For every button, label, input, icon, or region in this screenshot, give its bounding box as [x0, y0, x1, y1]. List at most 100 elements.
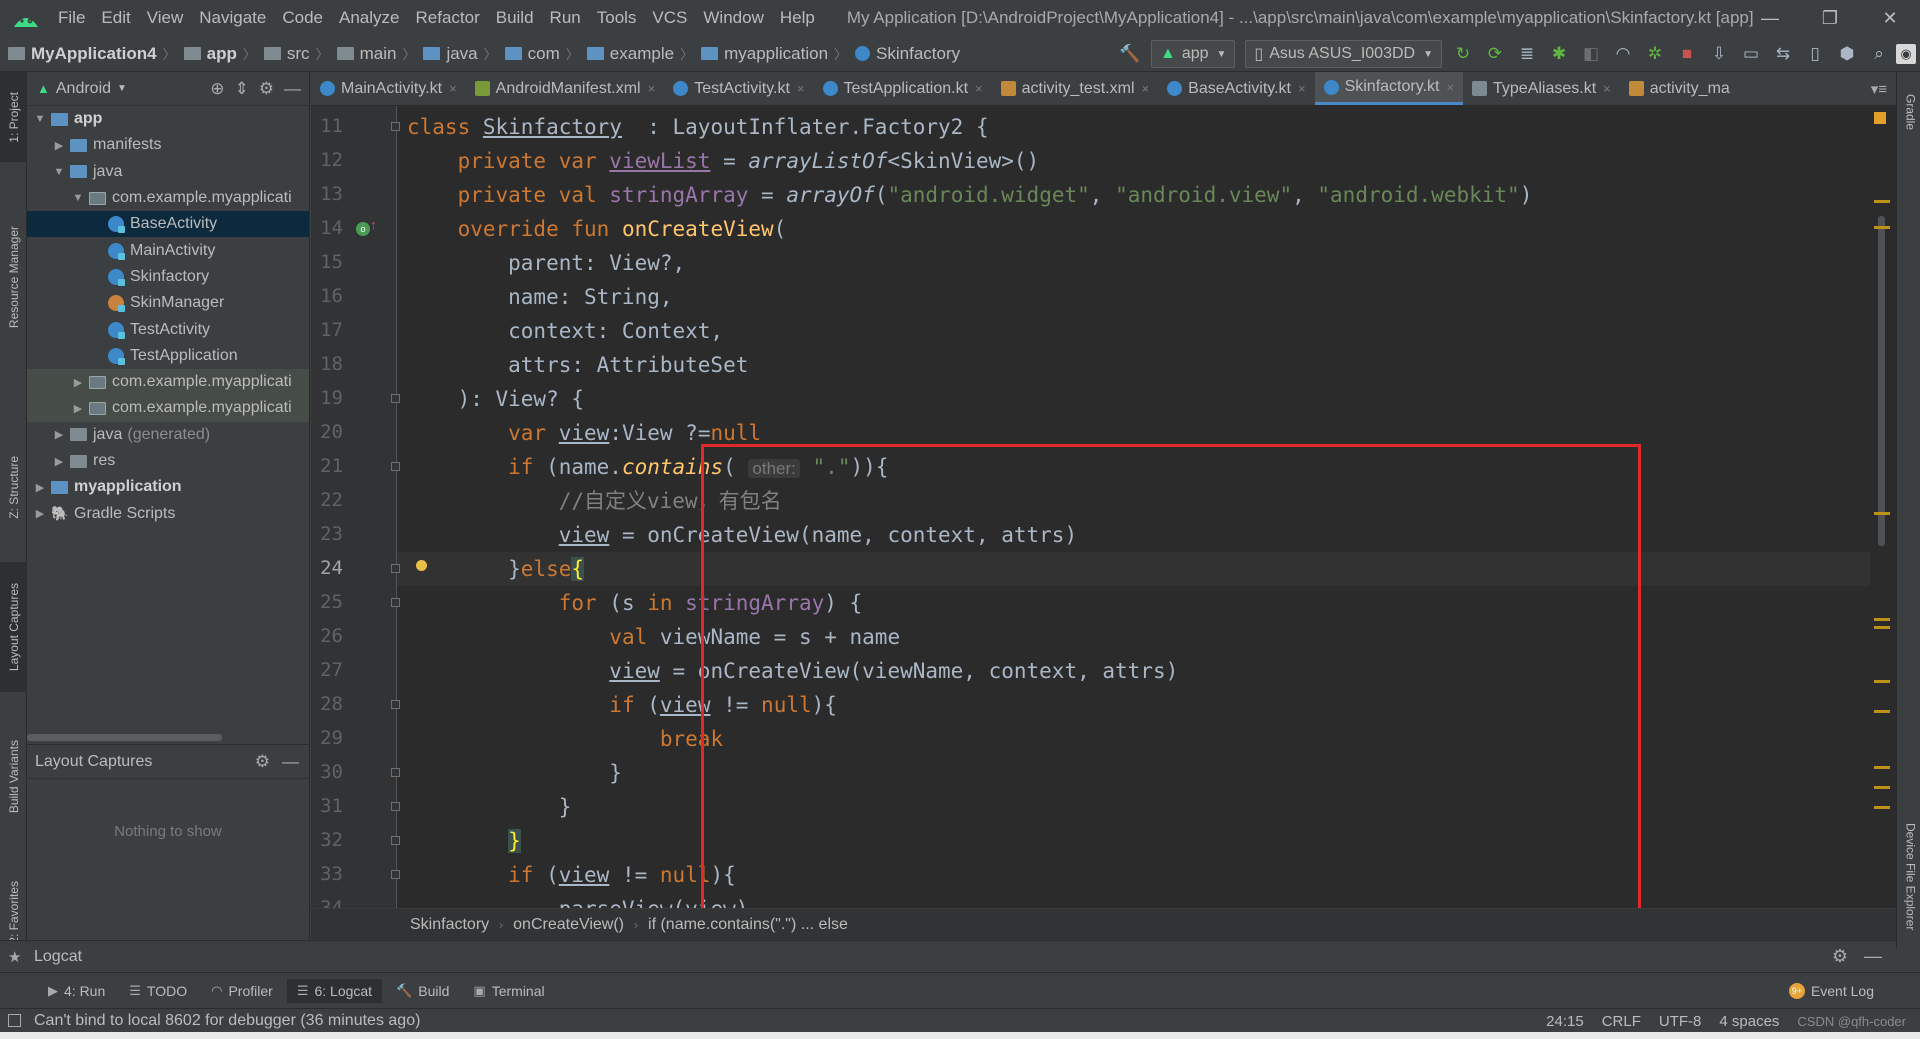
apply-changes-icon[interactable]: ⟳	[1480, 39, 1510, 69]
tree-node[interactable]: ▶ 🐘 Gradle Scripts	[27, 500, 309, 526]
menu-navigate[interactable]: Navigate	[191, 8, 274, 28]
breadcrumb-item[interactable]: myapplication 〉	[693, 44, 847, 64]
fold-marker-icon[interactable]	[391, 394, 400, 403]
chevron-right-icon[interactable]: ▶	[33, 481, 47, 494]
editor-tab[interactable]: activity_test.xml ×	[992, 72, 1159, 105]
stop-icon[interactable]: ■	[1672, 39, 1702, 69]
chevron-right-icon[interactable]: ▶	[52, 428, 66, 441]
breadcrumb-item[interactable]: main 〉	[329, 44, 415, 64]
project-view-select[interactable]: ▲ Android ▼	[37, 80, 127, 98]
close-icon[interactable]: ×	[449, 81, 457, 96]
code-line[interactable]: private var viewList = arrayListOf<SkinV…	[407, 144, 1040, 178]
file-encoding[interactable]: UTF-8	[1659, 1013, 1702, 1030]
menu-refactor[interactable]: Refactor	[407, 8, 487, 28]
horizontal-scrollbar[interactable]	[27, 732, 310, 742]
tree-node[interactable]: ▶ res	[27, 448, 309, 474]
menu-edit[interactable]: Edit	[93, 8, 138, 28]
fold-marker-icon[interactable]	[391, 768, 400, 777]
caret-position[interactable]: 24:15	[1546, 1013, 1584, 1030]
tab-list-menu-button[interactable]: ▾≡	[1862, 72, 1896, 105]
fold-marker-icon[interactable]	[391, 836, 400, 845]
tree-node[interactable]: ▶ java (generated)	[27, 422, 309, 448]
breadcrumb-item[interactable]: example 〉	[579, 44, 693, 64]
gear-icon[interactable]: ⚙	[255, 752, 270, 772]
code-line[interactable]: private val stringArray = arrayOf("andro…	[407, 178, 1533, 212]
star-icon[interactable]: ★	[8, 948, 21, 966]
menu-file[interactable]: File	[50, 8, 93, 28]
tree-node[interactable]: Skinfactory	[27, 264, 309, 290]
layout-captures-tool-tab[interactable]: Layout Captures	[0, 562, 27, 692]
scrollbar-thumb[interactable]	[1878, 216, 1885, 546]
code-line[interactable]: parseView(view)	[407, 892, 749, 908]
code-line[interactable]: }	[407, 790, 572, 824]
code-line[interactable]: override fun onCreateView(	[407, 212, 787, 246]
fold-marker-icon[interactable]	[391, 598, 400, 607]
chevron-down-icon[interactable]: ▼	[71, 192, 85, 204]
close-icon[interactable]: ×	[1142, 81, 1150, 96]
chevron-right-icon[interactable]: ▶	[33, 507, 47, 520]
code-line[interactable]: context: Context,	[407, 314, 723, 348]
coverage-icon[interactable]: ◧	[1576, 39, 1606, 69]
chevron-right-icon[interactable]: ▶	[71, 402, 85, 415]
editor-tab[interactable]: BaseActivity.kt ×	[1158, 72, 1314, 105]
warning-indicator-icon[interactable]	[1874, 112, 1886, 124]
tree-node[interactable]: TestActivity	[27, 316, 309, 342]
tree-node[interactable]: ▼ com.example.myapplicati	[27, 185, 309, 211]
profile-icon[interactable]: ◠	[1608, 39, 1638, 69]
warning-stripe[interactable]	[1874, 618, 1890, 621]
breadcrumb-item[interactable]: MyApplication4 〉	[0, 44, 176, 64]
lightbulb-icon[interactable]	[416, 560, 427, 571]
editor-tab[interactable]: TypeAliases.kt ×	[1463, 72, 1620, 105]
menu-code[interactable]: Code	[274, 8, 331, 28]
close-icon[interactable]: ×	[1603, 81, 1611, 96]
chevron-right-icon[interactable]: ▶	[52, 455, 66, 468]
code-line[interactable]: class Skinfactory : LayoutInflater.Facto…	[407, 110, 989, 144]
editor-tab[interactable]: TestActivity.kt ×	[664, 72, 813, 105]
fold-marker-icon[interactable]	[391, 564, 400, 573]
menu-vcs[interactable]: VCS	[644, 8, 695, 28]
hide-icon[interactable]: —	[284, 79, 301, 99]
fold-marker-icon[interactable]	[391, 870, 400, 879]
tree-node[interactable]: TestApplication	[27, 343, 309, 369]
chevron-down-icon[interactable]: ▼	[33, 113, 47, 125]
warning-stripe[interactable]	[1874, 200, 1890, 203]
hide-icon[interactable]: —	[1864, 946, 1882, 967]
tool-window-build[interactable]: 🔨 Build	[386, 979, 459, 1003]
minimize-button[interactable]: —	[1740, 0, 1800, 36]
hide-icon[interactable]: —	[282, 752, 299, 772]
code-line[interactable]: attrs: AttributeSet	[407, 348, 748, 382]
warning-stripe[interactable]	[1874, 786, 1890, 789]
warning-stripe[interactable]	[1874, 680, 1890, 683]
warning-stripe[interactable]	[1874, 626, 1890, 629]
editor-tab[interactable]: TestApplication.kt ×	[814, 72, 992, 105]
warning-stripe[interactable]	[1874, 806, 1890, 809]
gear-icon[interactable]: ⚙	[1832, 946, 1848, 967]
crumb-block[interactable]: if (name.contains(".") ... else	[648, 916, 848, 934]
editor-tab[interactable]: AndroidManifest.xml ×	[466, 72, 665, 105]
code-line[interactable]: if (view != null){	[407, 858, 736, 892]
tool-window-logcat[interactable]: ☰ 6: Logcat	[286, 978, 383, 1003]
code-editor[interactable]: 11 12 13 14 15 16 17 18 19 20 21 22 23 24 25 26 27 28 29 30…	[311, 106, 1896, 908]
menu-run[interactable]: Run	[542, 8, 589, 28]
sdk-manager-icon[interactable]: ⇆	[1768, 39, 1798, 69]
debug-icon[interactable]: ✱	[1544, 39, 1574, 69]
attach-debugger-icon[interactable]: ✲	[1640, 39, 1670, 69]
avd-manager-icon[interactable]: ▭	[1736, 39, 1766, 69]
fold-marker-icon[interactable]	[391, 122, 400, 131]
tree-node[interactable]: ▶ manifests	[27, 132, 309, 158]
editor-tab[interactable]: Skinfactory.kt ×	[1314, 72, 1464, 105]
warning-stripe[interactable]	[1874, 710, 1890, 713]
apply-code-changes-icon[interactable]: ≣	[1512, 39, 1542, 69]
build-variants-tool-tab[interactable]: Build Variants	[0, 722, 27, 832]
run-config-select[interactable]: ▲ app ▼	[1150, 40, 1236, 68]
warning-stripe[interactable]	[1874, 512, 1890, 515]
tree-node[interactable]: BaseActivity	[27, 211, 309, 238]
tool-windows-toggle-icon[interactable]	[8, 1014, 21, 1027]
collapse-all-icon[interactable]: ⇕	[235, 79, 249, 99]
locate-icon[interactable]: ⊕	[210, 79, 224, 99]
resource-manager-tool-tab[interactable]: Resource Manager	[0, 202, 27, 352]
device-select[interactable]: ▯ Asus ASUS_I003DD ▼	[1245, 40, 1442, 68]
close-button[interactable]: ✕	[1860, 0, 1920, 36]
layout-inspector-icon[interactable]: ⬢	[1832, 39, 1862, 69]
menu-build[interactable]: Build	[488, 8, 542, 28]
